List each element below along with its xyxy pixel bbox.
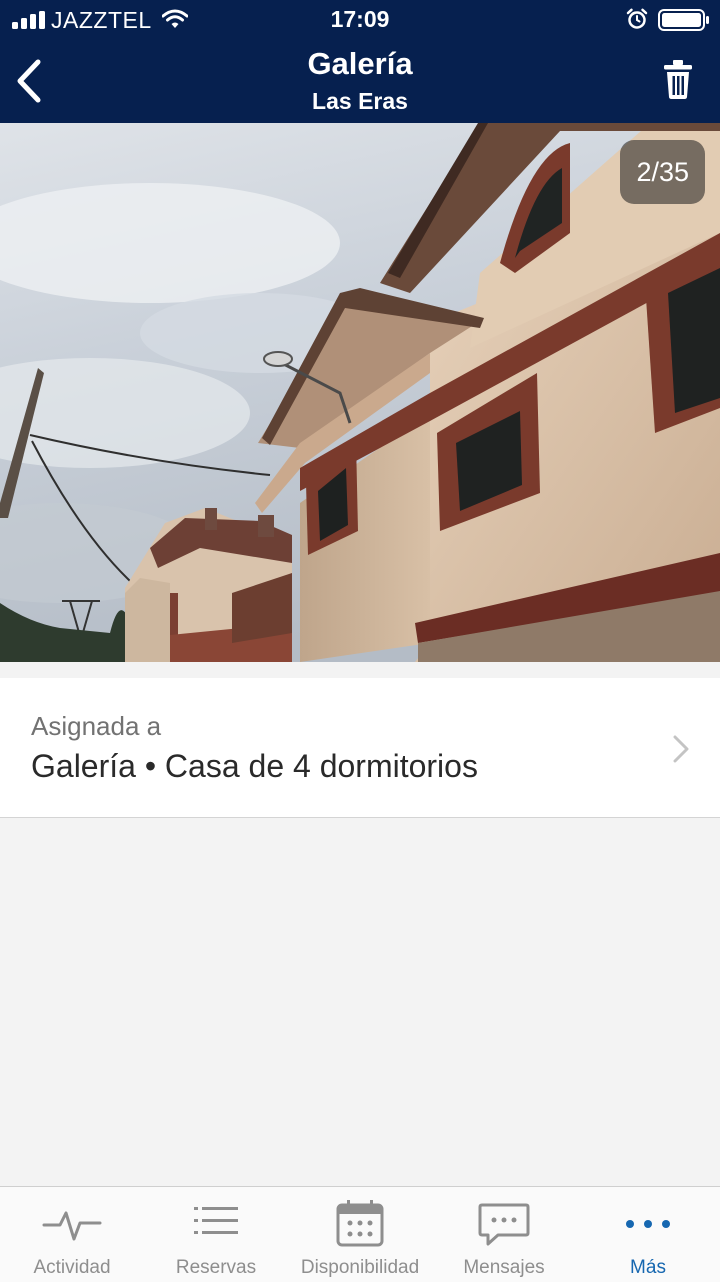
- tab-reservas[interactable]: Reservas: [144, 1187, 288, 1282]
- trash-icon: [664, 60, 692, 99]
- activity-icon: [42, 1211, 102, 1241]
- house-photo: [0, 123, 720, 662]
- page-title: Galería: [307, 46, 413, 81]
- chevron-right-icon: [673, 735, 689, 763]
- status-time: 17:09: [330, 6, 390, 32]
- tab-label-disponibilidad: Disponibilidad: [300, 1257, 420, 1278]
- tab-actividad[interactable]: Actividad: [0, 1187, 144, 1282]
- list-icon: [194, 1207, 238, 1234]
- assigned-value: Galería • Casa de 4 dormitorios: [31, 748, 478, 784]
- tab-mensajes[interactable]: Mensajes: [432, 1187, 576, 1282]
- tab-label-reservas: Reservas: [175, 1257, 257, 1278]
- message-icon: [478, 1203, 530, 1246]
- delete-photo-button[interactable]: [660, 58, 696, 102]
- photo-counter: 2/35: [620, 140, 705, 204]
- tab-label-mas: Más: [630, 1257, 666, 1278]
- status-bar: JAZZTEL 17:09: [0, 0, 720, 40]
- tab-label-mensajes: Mensajes: [463, 1257, 545, 1278]
- alarm-icon: [626, 8, 648, 29]
- battery-icon: [658, 9, 709, 31]
- app-header: JAZZTEL 17:09 Galería Las Eras: [0, 0, 720, 123]
- tab-label-actividad: Actividad: [33, 1257, 111, 1278]
- page-subtitle: Las Eras: [312, 88, 408, 114]
- assigned-label: Asignada a: [31, 711, 162, 741]
- tab-bar: Actividad Reservas Disponibilidad Mensaj…: [0, 1186, 720, 1282]
- gallery-photo[interactable]: 2/35: [0, 123, 720, 662]
- more-icon: [626, 1220, 670, 1228]
- calendar-icon: [336, 1200, 384, 1247]
- assigned-to-row[interactable]: Asignada a Galería • Casa de 4 dormitori…: [0, 678, 720, 818]
- tab-disponibilidad[interactable]: Disponibilidad: [288, 1187, 432, 1282]
- tab-mas[interactable]: Más: [576, 1187, 720, 1282]
